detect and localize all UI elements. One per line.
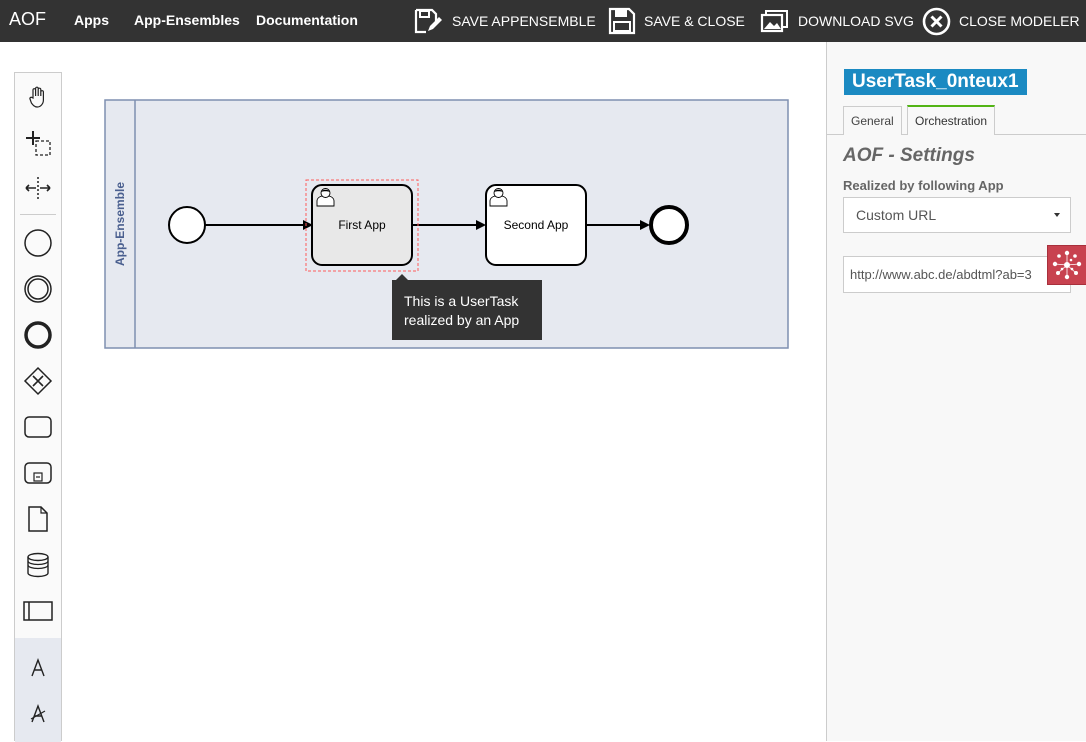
data-store-icon	[27, 552, 49, 578]
network-nodes-icon	[1052, 250, 1082, 280]
text-tool-icon	[30, 704, 46, 723]
download-svg-label: DOWNLOAD SVG	[798, 13, 914, 29]
app-select-value: Custom URL	[856, 207, 937, 223]
brand-logo[interactable]: AOF	[9, 9, 46, 30]
lasso-tool[interactable]	[15, 121, 61, 165]
save-edit-icon	[414, 8, 442, 34]
end-event-icon	[24, 321, 52, 349]
end-event[interactable]	[649, 205, 689, 245]
save-close-label: SAVE & CLOSE	[644, 13, 745, 29]
text-tool[interactable]	[15, 692, 61, 736]
text-annotation-tool[interactable]	[15, 646, 61, 690]
start-event[interactable]	[168, 206, 206, 244]
chevron-down-icon	[1054, 213, 1060, 217]
data-object-tool[interactable]	[15, 497, 61, 541]
tab-orchestration[interactable]: Orchestration	[907, 105, 996, 135]
realized-by-label: Realized by following App	[843, 178, 1004, 193]
tab-general[interactable]: General	[843, 106, 902, 135]
settings-group-title: AOF - Settings	[843, 145, 975, 166]
participant-icon	[23, 601, 53, 621]
image-download-icon	[760, 10, 788, 33]
save-appensemble-label: SAVE APPENSEMBLE	[452, 13, 596, 29]
top-nav-bar: AOF Apps App-Ensembles Documentation SAV…	[0, 0, 1086, 42]
palette-extra-tools	[15, 638, 61, 742]
space-tool[interactable]	[15, 166, 61, 210]
task-label-first-app: First App	[338, 218, 386, 232]
task-tooltip: This is a UserTask realized by an App	[392, 280, 542, 340]
diagram-canvas[interactable]: App-Ensemble First App Second App	[63, 42, 826, 741]
gateway-icon	[23, 366, 53, 396]
task-label-second-app: Second App	[504, 218, 569, 232]
close-circle-icon	[922, 7, 951, 35]
start-event-icon	[24, 229, 52, 257]
task-tool[interactable]	[15, 405, 61, 449]
subprocess-tool[interactable]	[15, 451, 61, 495]
data-object-icon	[28, 506, 48, 532]
custom-url-input[interactable]	[843, 256, 1071, 293]
lasso-tool-icon	[26, 131, 51, 156]
text-annotation-icon	[31, 658, 45, 677]
download-svg-button[interactable]: DOWNLOAD SVG	[760, 0, 914, 42]
data-store-tool[interactable]	[15, 543, 61, 587]
intermediate-event-icon	[24, 275, 52, 303]
hand-tool-icon	[29, 86, 44, 108]
nav-link-apps[interactable]: Apps	[74, 12, 109, 28]
pool-label: App-Ensemble	[113, 182, 127, 266]
element-id-badge: UserTask_0nteux1	[844, 69, 1027, 95]
tooltip-line: This is a UserTask	[404, 293, 519, 309]
end-event-tool[interactable]	[15, 313, 61, 357]
network-share-button[interactable]	[1047, 245, 1086, 285]
participant-tool[interactable]	[15, 589, 61, 633]
app-select[interactable]: Custom URL	[843, 197, 1071, 233]
tooltip-line: realized by an App	[404, 312, 520, 328]
subprocess-icon	[24, 462, 52, 484]
start-event-tool[interactable]	[15, 221, 61, 265]
palette-separator	[20, 214, 56, 215]
nav-link-app-ensembles[interactable]: App-Ensembles	[134, 12, 240, 28]
save-close-button[interactable]: SAVE & CLOSE	[608, 0, 745, 42]
tool-palette	[14, 72, 62, 742]
task-icon	[24, 416, 52, 438]
properties-panel: UserTask_0nteux1 General Orchestration A…	[826, 42, 1086, 741]
space-tool-icon	[25, 177, 51, 199]
hand-tool[interactable]	[15, 75, 61, 119]
intermediate-event-tool[interactable]	[15, 267, 61, 311]
close-modeler-button[interactable]: CLOSE MODELER	[922, 0, 1080, 42]
nav-link-documentation[interactable]: Documentation	[256, 12, 358, 28]
save-appensemble-button[interactable]: SAVE APPENSEMBLE	[414, 0, 596, 42]
close-modeler-label: CLOSE MODELER	[959, 13, 1080, 29]
floppy-disk-icon	[608, 7, 636, 35]
gateway-tool[interactable]	[15, 359, 61, 403]
